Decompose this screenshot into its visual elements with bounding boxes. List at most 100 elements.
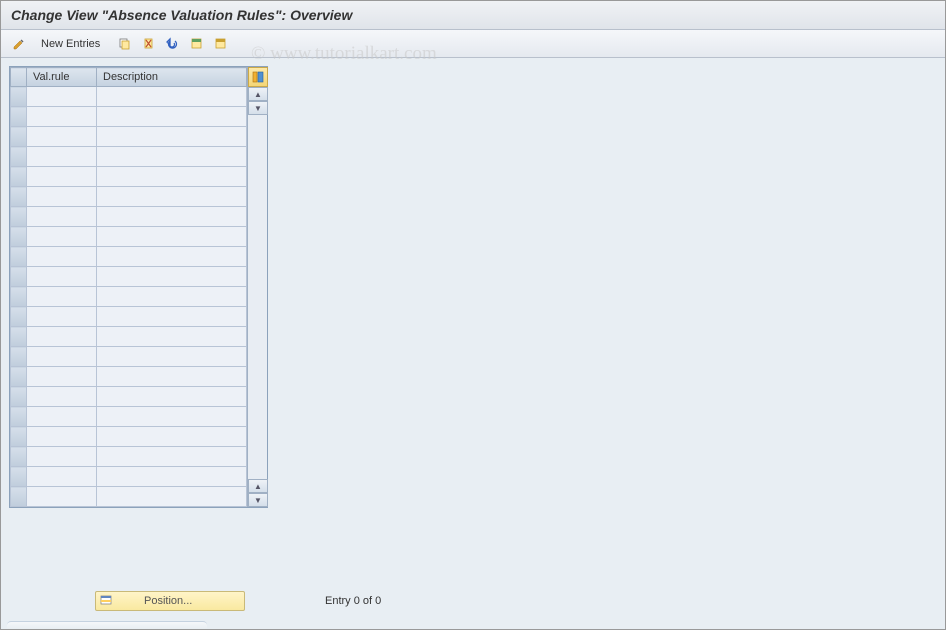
cell-description[interactable] bbox=[97, 347, 247, 367]
row-selector[interactable] bbox=[11, 267, 27, 287]
row-selector[interactable] bbox=[11, 87, 27, 107]
cell-val-rule[interactable] bbox=[27, 87, 97, 107]
undo-change-icon[interactable] bbox=[162, 34, 182, 54]
table-row bbox=[11, 167, 247, 187]
cell-description[interactable] bbox=[97, 107, 247, 127]
row-selector[interactable] bbox=[11, 107, 27, 127]
row-selector[interactable] bbox=[11, 287, 27, 307]
page-title: Change View "Absence Valuation Rules": O… bbox=[1, 1, 945, 30]
cell-val-rule[interactable] bbox=[27, 227, 97, 247]
cell-val-rule[interactable] bbox=[27, 167, 97, 187]
select-all-column-header[interactable] bbox=[11, 68, 27, 87]
cell-description[interactable] bbox=[97, 427, 247, 447]
row-selector[interactable] bbox=[11, 147, 27, 167]
cell-val-rule[interactable] bbox=[27, 447, 97, 467]
cell-description[interactable] bbox=[97, 407, 247, 427]
table-row bbox=[11, 267, 247, 287]
row-selector[interactable] bbox=[11, 167, 27, 187]
copy-as-icon[interactable] bbox=[114, 34, 134, 54]
scroll-down-button[interactable]: ▼ bbox=[248, 101, 268, 115]
scroll-up-button[interactable]: ▲ bbox=[248, 87, 268, 101]
table-row bbox=[11, 187, 247, 207]
table-row bbox=[11, 427, 247, 447]
footer: Position... Entry 0 of 0 bbox=[1, 591, 945, 611]
row-selector[interactable] bbox=[11, 327, 27, 347]
cell-val-rule[interactable] bbox=[27, 487, 97, 507]
table-container: Val.rule Description ▲ ▼ ▲ ▼ bbox=[9, 66, 268, 508]
cell-description[interactable] bbox=[97, 467, 247, 487]
row-selector[interactable] bbox=[11, 347, 27, 367]
row-selector[interactable] bbox=[11, 427, 27, 447]
cell-val-rule[interactable] bbox=[27, 207, 97, 227]
cell-description[interactable] bbox=[97, 307, 247, 327]
tab-edge bbox=[7, 621, 207, 629]
table-row bbox=[11, 407, 247, 427]
cell-description[interactable] bbox=[97, 267, 247, 287]
row-selector[interactable] bbox=[11, 467, 27, 487]
cell-description[interactable] bbox=[97, 187, 247, 207]
cell-val-rule[interactable] bbox=[27, 127, 97, 147]
table-settings-icon[interactable] bbox=[248, 67, 268, 87]
position-button[interactable]: Position... bbox=[95, 591, 245, 611]
table-row bbox=[11, 487, 247, 507]
cell-val-rule[interactable] bbox=[27, 347, 97, 367]
cell-description[interactable] bbox=[97, 207, 247, 227]
scroll-down-bottom-button[interactable]: ▼ bbox=[248, 493, 268, 507]
cell-description[interactable] bbox=[97, 447, 247, 467]
new-entries-button[interactable]: New Entries bbox=[35, 36, 106, 52]
cell-description[interactable] bbox=[97, 327, 247, 347]
toggle-display-change-icon[interactable] bbox=[9, 34, 29, 54]
row-selector[interactable] bbox=[11, 207, 27, 227]
table-row bbox=[11, 327, 247, 347]
cell-description[interactable] bbox=[97, 367, 247, 387]
cell-val-rule[interactable] bbox=[27, 287, 97, 307]
position-label: Position... bbox=[144, 595, 192, 607]
cell-description[interactable] bbox=[97, 287, 247, 307]
row-selector[interactable] bbox=[11, 387, 27, 407]
cell-val-rule[interactable] bbox=[27, 107, 97, 127]
row-selector[interactable] bbox=[11, 487, 27, 507]
row-selector[interactable] bbox=[11, 187, 27, 207]
column-header-val-rule[interactable]: Val.rule bbox=[27, 68, 97, 87]
cell-description[interactable] bbox=[97, 247, 247, 267]
data-table: Val.rule Description bbox=[10, 67, 247, 507]
cell-val-rule[interactable] bbox=[27, 407, 97, 427]
row-selector[interactable] bbox=[11, 367, 27, 387]
select-all-icon[interactable] bbox=[186, 34, 206, 54]
cell-description[interactable] bbox=[97, 87, 247, 107]
cell-val-rule[interactable] bbox=[27, 187, 97, 207]
row-selector[interactable] bbox=[11, 247, 27, 267]
table-row bbox=[11, 287, 247, 307]
row-selector[interactable] bbox=[11, 447, 27, 467]
entry-status: Entry 0 of 0 bbox=[325, 595, 381, 607]
table-row bbox=[11, 447, 247, 467]
row-selector[interactable] bbox=[11, 227, 27, 247]
row-selector[interactable] bbox=[11, 307, 27, 327]
row-selector[interactable] bbox=[11, 127, 27, 147]
cell-val-rule[interactable] bbox=[27, 267, 97, 287]
cell-val-rule[interactable] bbox=[27, 467, 97, 487]
cell-val-rule[interactable] bbox=[27, 387, 97, 407]
cell-val-rule[interactable] bbox=[27, 367, 97, 387]
table-row bbox=[11, 207, 247, 227]
scroll-up-bottom-button[interactable]: ▲ bbox=[248, 479, 268, 493]
column-header-description[interactable]: Description bbox=[97, 68, 247, 87]
row-selector[interactable] bbox=[11, 407, 27, 427]
cell-val-rule[interactable] bbox=[27, 327, 97, 347]
scroll-track[interactable] bbox=[248, 115, 267, 479]
cell-description[interactable] bbox=[97, 167, 247, 187]
cell-val-rule[interactable] bbox=[27, 427, 97, 447]
delete-icon[interactable] bbox=[138, 34, 158, 54]
cell-val-rule[interactable] bbox=[27, 307, 97, 327]
cell-description[interactable] bbox=[97, 387, 247, 407]
table-row bbox=[11, 87, 247, 107]
cell-description[interactable] bbox=[97, 147, 247, 167]
cell-description[interactable] bbox=[97, 227, 247, 247]
cell-val-rule[interactable] bbox=[27, 147, 97, 167]
cell-val-rule[interactable] bbox=[27, 247, 97, 267]
deselect-all-icon[interactable] bbox=[210, 34, 230, 54]
table-row bbox=[11, 347, 247, 367]
cell-description[interactable] bbox=[97, 487, 247, 507]
position-icon bbox=[100, 595, 114, 607]
cell-description[interactable] bbox=[97, 127, 247, 147]
